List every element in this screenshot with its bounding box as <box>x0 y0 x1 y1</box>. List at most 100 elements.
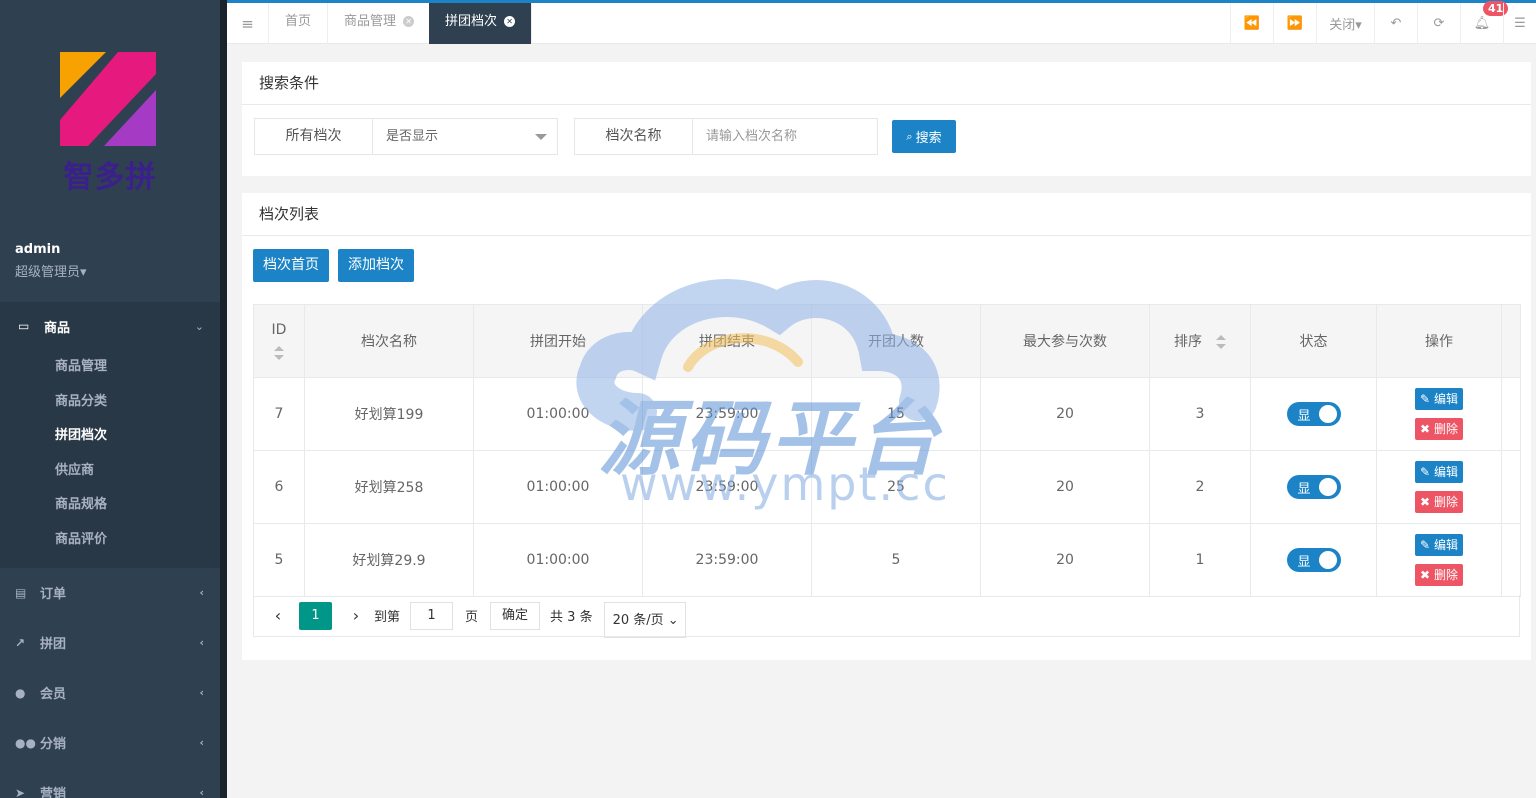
sort-icon[interactable] <box>1216 335 1226 349</box>
goto-label: 到第 <box>374 610 401 625</box>
nav-group-distribution[interactable]: ●● 分销 ‹ <box>0 718 220 768</box>
cell-id: 5 <box>253 523 305 597</box>
nav-group-goods[interactable]: ▭ 商品 ⌄ <box>0 302 220 350</box>
scroll-right-icon[interactable]: ⏩ <box>1273 3 1316 44</box>
cell-status: 显 <box>1250 377 1377 451</box>
search-icon: ⌕ <box>906 129 913 143</box>
delete-label: 删除 <box>1433 568 1458 582</box>
toggle-knob <box>1318 551 1337 569</box>
status-toggle-label: 显 <box>1297 481 1311 497</box>
profile-role-dropdown[interactable]: 超级管理员▾ <box>15 261 87 280</box>
nav-item-goods-category[interactable]: 商品分类 <box>0 385 220 420</box>
cell-status: 显 <box>1250 450 1377 524</box>
prev-page-icon[interactable]: ‹ <box>268 606 288 625</box>
chevron-left-icon: ‹ <box>199 636 204 650</box>
edit-label: 编辑 <box>1433 465 1458 479</box>
nav-group-group-buy[interactable]: ↗ 拼团 ‹ <box>0 618 220 668</box>
cell-people: 15 <box>811 377 981 451</box>
goto-page-input[interactable]: 1 <box>410 601 454 630</box>
cell-max: 20 <box>980 450 1150 524</box>
menu-toggle-icon[interactable]: ≡ <box>227 3 269 44</box>
edit-icon: ✎ <box>1420 465 1431 479</box>
edit-icon: ✎ <box>1420 538 1431 552</box>
column-header-sort[interactable]: 排序 <box>1149 304 1251 378</box>
delete-icon: ✖ <box>1420 422 1431 436</box>
delete-button[interactable]: ✖ 删除 <box>1415 491 1463 513</box>
status-toggle[interactable]: 显 <box>1286 548 1341 572</box>
tier-filter-select[interactable]: 所有档次 是否显示 <box>254 118 558 155</box>
cell-end: 23:59:00 <box>642 377 812 451</box>
status-toggle[interactable]: 显 <box>1286 402 1341 426</box>
edit-icon: ✎ <box>1420 392 1431 406</box>
next-page-icon[interactable]: › <box>346 606 366 625</box>
cell-spacer <box>1501 523 1521 597</box>
tier-home-button[interactable]: 档次首页 <box>253 249 329 282</box>
chevron-down-icon: ⌄ <box>667 612 679 628</box>
cell-spacer <box>1501 377 1521 451</box>
tier-table: ID 档次名称 拼团开始 拼团结束 开团人数 最大参与次数 排序 状态 操作 7… <box>253 304 1521 597</box>
nav-group-label: 商品 <box>44 320 71 336</box>
nav-group-label: 营销 <box>40 787 67 798</box>
total-count: 共 3 条 <box>550 610 593 625</box>
page-size-select[interactable]: 20 条/页 ⌄ <box>603 601 686 638</box>
toggle-knob <box>1318 478 1337 496</box>
cell-start: 01:00:00 <box>473 523 643 597</box>
search-panel: 搜索条件 所有档次 是否显示 档次名称 请输入档次名称 ⌕ 搜索 <box>242 62 1531 176</box>
tab-home[interactable]: 首页 <box>269 3 329 44</box>
page-size-value: 20 条/页 <box>612 612 664 628</box>
tab-group-tier[interactable]: 拼团档次 ✕ <box>429 3 533 44</box>
search-button[interactable]: ⌕ 搜索 <box>892 120 956 153</box>
nav-group-members[interactable]: ● 会员 ‹ <box>0 668 220 718</box>
nav-item-goods-manage[interactable]: 商品管理 <box>0 350 220 385</box>
status-toggle-label: 显 <box>1297 408 1311 424</box>
close-icon[interactable]: ✕ <box>403 16 415 27</box>
nav-group-marketing[interactable]: ➤ 营销 ‹ <box>0 768 220 798</box>
nav-item-goods-review[interactable]: 商品评价 <box>0 523 220 558</box>
add-tier-button[interactable]: 添加档次 <box>338 249 414 282</box>
close-icon[interactable]: ✕ <box>504 16 516 27</box>
scroll-left-icon[interactable]: ⏪ <box>1230 3 1273 44</box>
line-chart-icon: ↗ <box>15 635 26 650</box>
back-icon[interactable]: ↶ <box>1374 3 1417 44</box>
delete-button[interactable]: ✖ 删除 <box>1415 564 1463 586</box>
sort-icon[interactable] <box>274 346 284 360</box>
table-row: 5 好划算29.9 01:00:00 23:59:00 5 20 1 显 ✎ 编… <box>253 523 1521 597</box>
tab-goods-manage[interactable]: 商品管理 ✕ <box>328 3 432 44</box>
notification-button[interactable]: 🔔︎ 41 <box>1460 1 1509 44</box>
column-header-name: 档次名称 <box>304 304 474 378</box>
nav-group-orders[interactable]: ▤ 订单 ‹ <box>0 568 220 618</box>
paper-plane-icon: ➤ <box>15 785 26 798</box>
menu-list-icon[interactable]: ☰ <box>1503 3 1536 44</box>
refresh-icon[interactable]: ⟳ <box>1417 3 1460 44</box>
delete-icon: ✖ <box>1420 568 1431 582</box>
pagination: ‹ 1 › 到第 1 页 确定 共 3 条 20 条/页 ⌄ <box>253 595 1520 638</box>
delete-button[interactable]: ✖ 删除 <box>1415 418 1463 440</box>
column-header-max: 最大参与次数 <box>980 304 1150 378</box>
goto-confirm-button[interactable]: 确定 <box>490 601 541 630</box>
tier-filter-value[interactable]: 是否显示 <box>373 119 557 154</box>
nav-item-supplier[interactable]: 供应商 <box>0 454 220 489</box>
tier-name-input[interactable]: 请输入档次名称 <box>693 119 877 154</box>
column-header-spacer <box>1501 304 1521 378</box>
page-number-current[interactable]: 1 <box>299 601 332 630</box>
tab-label: 拼团档次 <box>445 14 498 29</box>
nav-item-goods-spec[interactable]: 商品规格 <box>0 488 220 523</box>
tab-label: 首页 <box>285 14 312 29</box>
status-toggle[interactable]: 显 <box>1286 475 1341 499</box>
nav-group-label: 订单 <box>40 587 67 603</box>
sidebar-scrollbar[interactable] <box>220 0 227 798</box>
column-header-start: 拼团开始 <box>473 304 643 378</box>
nav-item-group-tier[interactable]: 拼团档次 <box>0 419 220 454</box>
column-header-id[interactable]: ID <box>253 304 305 378</box>
cell-sort: 1 <box>1149 523 1251 597</box>
table-row: 7 好划算199 01:00:00 23:59:00 15 20 3 显 ✎ 编… <box>253 377 1521 451</box>
edit-button[interactable]: ✎ 编辑 <box>1415 534 1463 556</box>
close-tabs-dropdown[interactable]: 关闭▾ <box>1316 3 1374 44</box>
nav-group-label: 分销 <box>40 737 67 753</box>
laptop-icon: ▭ <box>18 319 30 333</box>
delete-icon: ✖ <box>1420 495 1431 509</box>
edit-button[interactable]: ✎ 编辑 <box>1415 461 1463 483</box>
profile-name: admin <box>15 242 61 257</box>
edit-button[interactable]: ✎ 编辑 <box>1415 388 1463 410</box>
toggle-knob <box>1318 405 1337 423</box>
